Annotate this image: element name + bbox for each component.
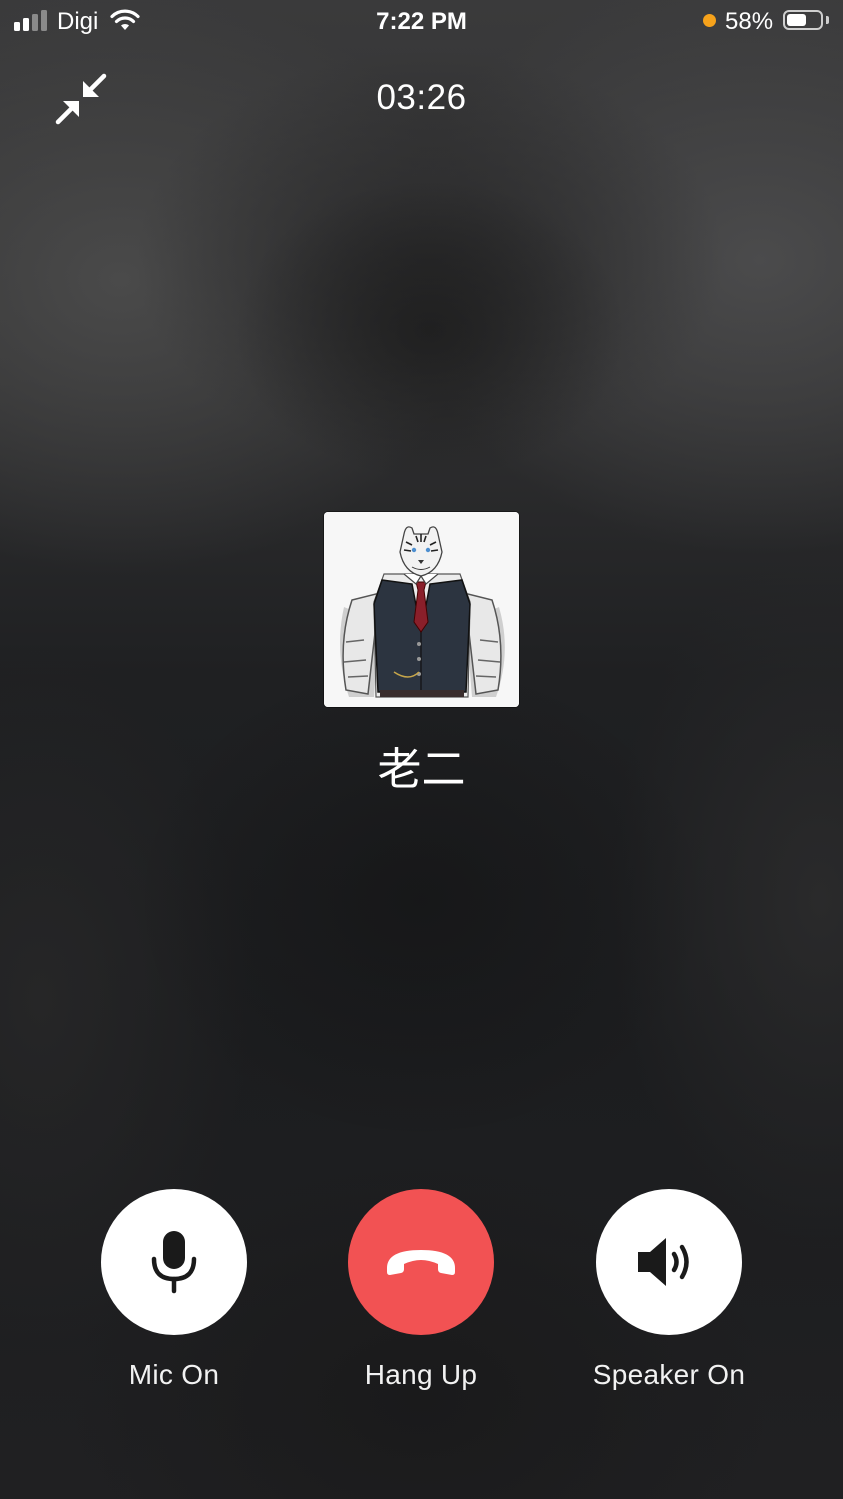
contact-name: 老二 bbox=[377, 744, 466, 795]
microphone-icon bbox=[151, 1231, 197, 1294]
status-bar: Digi 7:22 PM 58% bbox=[0, 0, 843, 44]
phone-hangup-icon bbox=[387, 1250, 455, 1275]
mic-toggle-button[interactable] bbox=[101, 1189, 247, 1335]
avatar bbox=[324, 512, 519, 707]
recording-indicator bbox=[703, 14, 716, 27]
hang-up-button[interactable] bbox=[348, 1189, 494, 1335]
status-clock: 7:22 PM bbox=[376, 8, 467, 35]
voice-call-screen: Digi 7:22 PM 58% 03:26 老二 Mic On Hang Up… bbox=[0, 0, 843, 1499]
speaker-control: Speaker On bbox=[549, 1189, 789, 1391]
battery-percentage: 58% bbox=[725, 8, 774, 35]
speaker-toggle-button[interactable] bbox=[596, 1189, 742, 1335]
speaker-label: Speaker On bbox=[592, 1359, 746, 1390]
battery-icon bbox=[783, 10, 823, 30]
mic-label: Mic On bbox=[128, 1359, 220, 1390]
tiger-avatar-image bbox=[324, 512, 519, 707]
hang-up-label: Hang Up bbox=[364, 1359, 478, 1390]
battery-fill bbox=[787, 14, 806, 26]
speaker-icon bbox=[638, 1238, 689, 1286]
mic-control: Mic On bbox=[54, 1189, 294, 1391]
hangup-control: Hang Up bbox=[301, 1189, 541, 1391]
call-timer: 03:26 bbox=[376, 78, 467, 117]
battery-tip bbox=[826, 16, 829, 24]
